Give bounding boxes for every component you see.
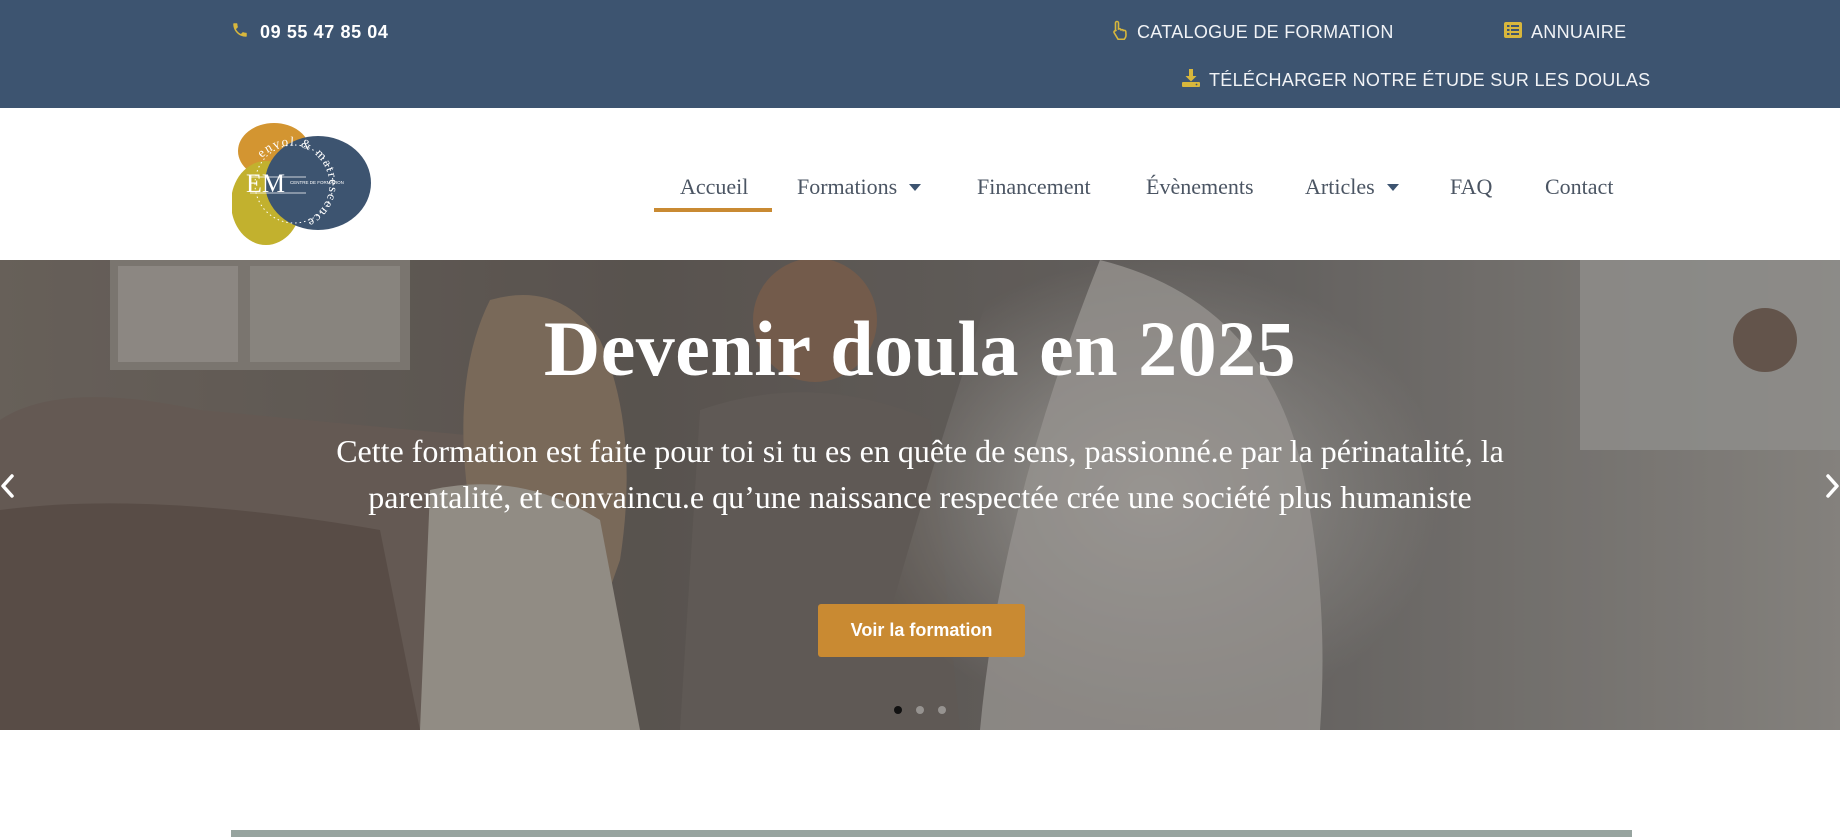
catalogue-link[interactable]: CATALOGUE DE FORMATION [1112,20,1394,44]
main-nav: Accueil Formations Financement Évènement… [0,108,1840,260]
pointer-hand-icon [1112,20,1128,45]
slider-dot-2[interactable] [916,706,924,714]
nav-faq[interactable]: FAQ [1450,172,1492,202]
nav-formations[interactable]: Formations [797,172,922,202]
nav-accueil[interactable]: Accueil [680,172,748,202]
slider-pagination [894,706,946,714]
nav-item-label: Accueil [680,174,749,199]
nav-item-label: Contact [1545,174,1614,199]
caret-down-icon [909,183,922,191]
slider-prev-arrow[interactable] [0,466,24,506]
list-icon [1504,21,1522,43]
annuaire-label: ANNUAIRE [1531,21,1627,42]
download-study-link[interactable]: TÉLÉCHARGER NOTRE ÉTUDE SUR LES DOULAS [1182,68,1650,92]
hero-slider: Devenir doula en 2025 Cette formation es… [0,260,1840,730]
nav-articles[interactable]: Articles [1305,172,1399,202]
section-divider-bar [231,830,1632,837]
site-header: EM CENTRE DE FORMATION envol & matrescen… [0,108,1840,260]
slider-next-arrow[interactable] [1816,466,1840,506]
slider-dot-3[interactable] [938,706,946,714]
download-icon [1182,68,1200,92]
chevron-right-icon [1826,474,1839,498]
nav-item-label: Articles [1305,174,1375,199]
phone-contact[interactable]: 09 55 47 85 04 [231,20,389,44]
phone-icon [231,21,249,44]
nav-item-label: Formations [797,174,898,199]
hero-title: Devenir doula en 2025 [543,305,1297,392]
phone-number: 09 55 47 85 04 [260,21,389,42]
nav-contact[interactable]: Contact [1545,172,1613,202]
nav-item-label: FAQ [1450,174,1493,199]
nav-item-label: Financement [977,174,1091,199]
view-training-button[interactable]: Voir la formation [818,604,1025,657]
annuaire-link[interactable]: ANNUAIRE [1504,20,1626,44]
top-bar: 09 55 47 85 04 CATALOGUE DE FORMATION AN… [0,0,1840,108]
nav-financement[interactable]: Financement [977,172,1091,202]
download-label: TÉLÉCHARGER NOTRE ÉTUDE SUR LES DOULAS [1209,69,1651,90]
hero-subtitle: Cette formation est faite pour toi si tu… [336,433,1504,515]
catalogue-label: CATALOGUE DE FORMATION [1137,21,1394,42]
nav-evenements[interactable]: Évènements [1146,172,1254,202]
chevron-left-icon [1,474,14,498]
slider-dot-1[interactable] [894,706,902,714]
nav-active-indicator [654,208,772,212]
caret-down-icon [1386,183,1399,191]
nav-item-label: Évènements [1146,174,1254,199]
